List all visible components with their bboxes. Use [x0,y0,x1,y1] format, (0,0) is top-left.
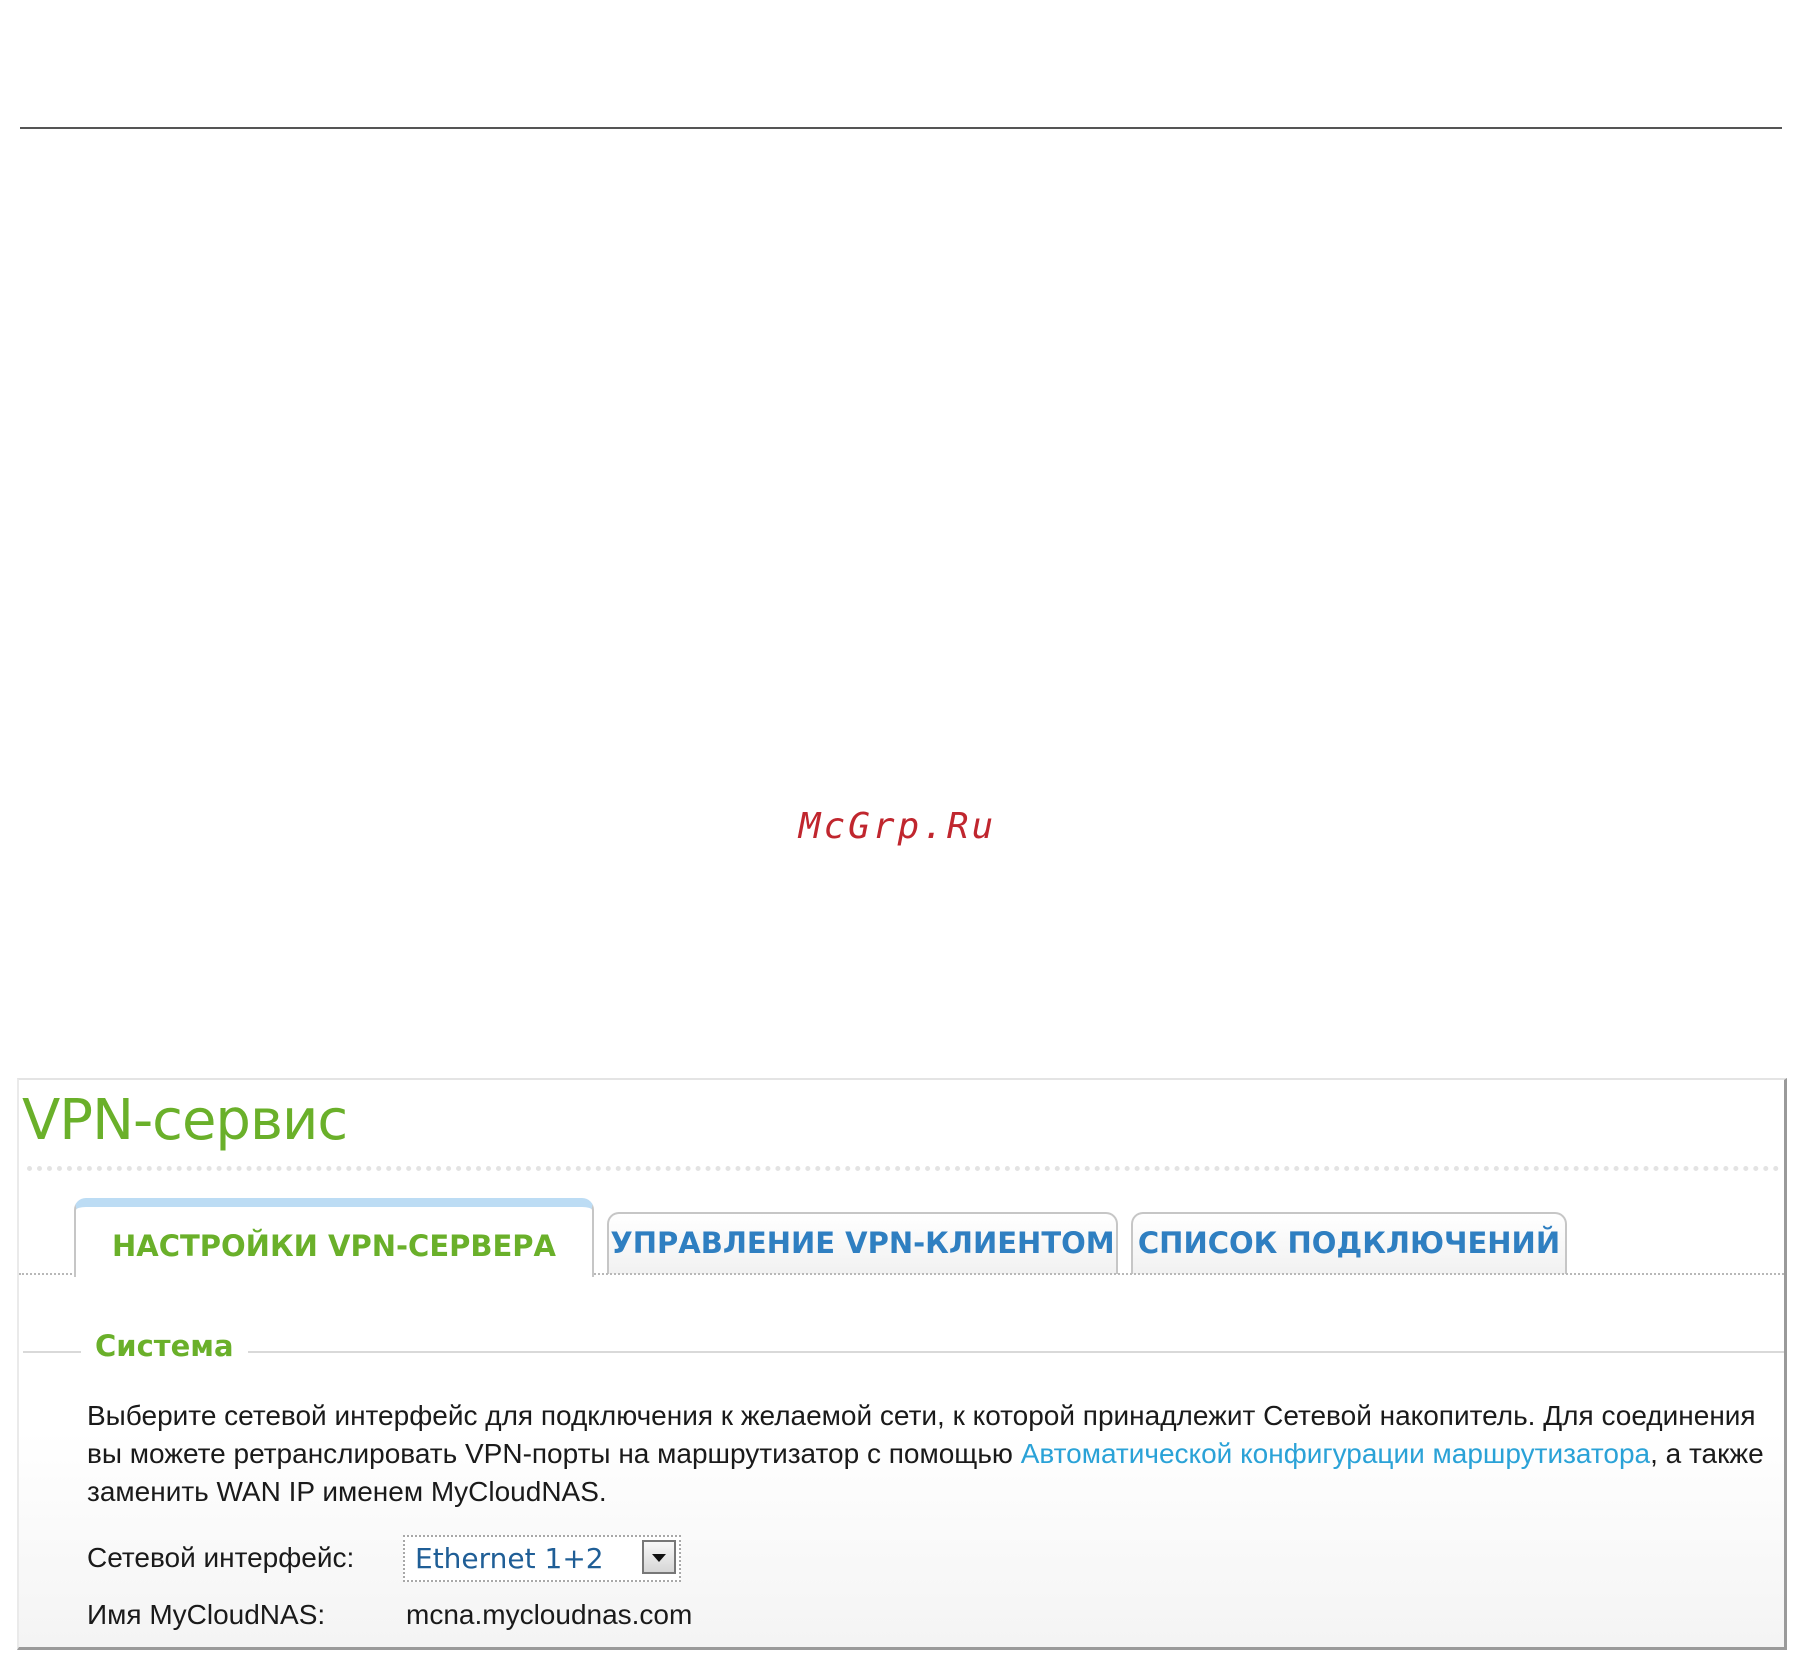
top-divider [20,127,1782,129]
title-divider [27,1166,1780,1171]
page-title: VPN-сервис [22,1088,348,1153]
network-interface-label: Сетевой интерфейс: [87,1542,355,1573]
tab-connections-list[interactable]: СПИСОК ПОДКЛЮЧЕНИЙ [1131,1212,1567,1274]
network-interface-select[interactable]: Ethernet 1+2 [403,1535,681,1582]
tab-vpn-client-management[interactable]: УПРАВЛЕНИЕ VPN-КЛИЕНТОМ [607,1212,1118,1274]
vpn-service-panel: VPN-сервис НАСТРОЙКИ VPN-СЕРВЕРА УПРАВЛЕ… [17,1078,1787,1650]
system-legend: Система [81,1329,248,1363]
watermark: McGrp.Ru [798,806,997,847]
mycloudnas-name-label: Имя MyCloudNAS: [87,1599,326,1630]
chevron-down-icon [652,1554,666,1562]
system-description: Выберите сетевой интерфейс для подключен… [87,1397,1777,1511]
network-interface-value: Ethernet 1+2 [415,1542,604,1575]
tab-vpn-server-settings[interactable]: НАСТРОЙКИ VPN-СЕРВЕРА [74,1198,594,1277]
fieldset-border [23,1351,1784,1353]
dropdown-button[interactable] [642,1540,676,1574]
mycloudnas-name-value: mcna.mycloudnas.com [406,1599,693,1630]
router-auto-config-link[interactable]: Автоматической конфигурации маршрутизато… [1021,1438,1650,1469]
